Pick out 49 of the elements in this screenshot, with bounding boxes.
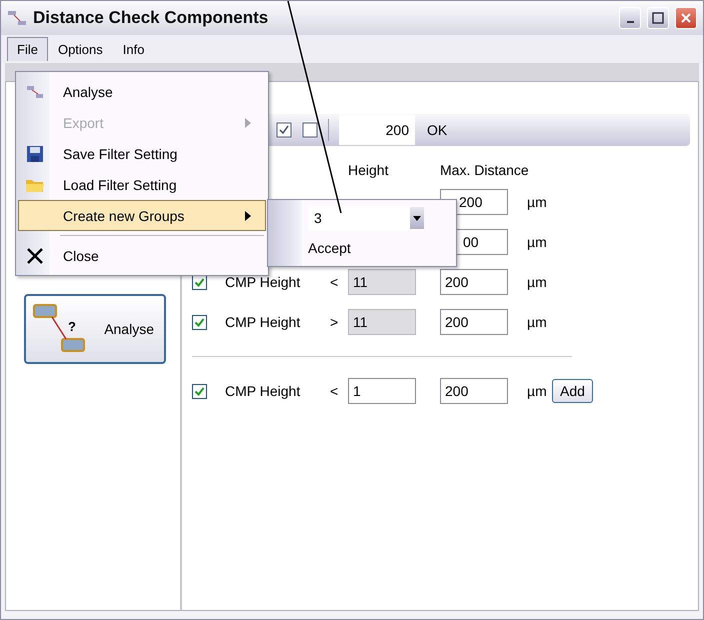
close-button[interactable] xyxy=(675,7,697,29)
checked-checkbox[interactable] xyxy=(192,384,207,398)
chips-icon xyxy=(26,84,44,100)
rule-label: CMP Height xyxy=(225,383,300,399)
menu-item[interactable]: Close xyxy=(18,240,266,271)
menu-item[interactable]: File xyxy=(7,37,48,61)
height-field[interactable]: 11 xyxy=(348,309,416,335)
checkbox-icon[interactable] xyxy=(302,122,318,138)
submenu-arrow-icon xyxy=(245,210,251,220)
distance-field[interactable]: 200 xyxy=(440,378,508,404)
checked-checkbox-icon[interactable] xyxy=(276,122,292,138)
distance-field[interactable]: 200 xyxy=(339,115,415,145)
close-icon xyxy=(680,12,692,24)
menu-item[interactable]: Create new Groups xyxy=(18,200,266,231)
menu-item[interactable]: Load Filter Setting xyxy=(18,169,266,200)
unit-label: µm xyxy=(527,383,547,399)
menu-item[interactable]: Options xyxy=(48,36,113,62)
height-field[interactable]: 11 xyxy=(348,269,416,295)
unit-label: µm xyxy=(527,234,547,250)
rule-label: CMP Height xyxy=(225,314,300,330)
operator-label: > xyxy=(330,314,338,330)
analyse-button[interactable]: ? Analyse xyxy=(24,294,166,364)
menu-item[interactable]: Save Filter Setting xyxy=(18,138,266,169)
height-field[interactable]: 1 xyxy=(348,378,416,404)
close-icon xyxy=(26,246,44,264)
column-header: Height xyxy=(348,161,390,180)
operator-label: < xyxy=(330,383,338,399)
menu-item[interactable]: Analyse xyxy=(18,76,266,107)
group-count-dropdown[interactable]: 3 xyxy=(308,206,424,230)
rule-label: CMP Height xyxy=(225,274,300,290)
question-mark: ? xyxy=(68,319,76,334)
chips-icon xyxy=(7,9,27,27)
unit-label: µm xyxy=(527,194,547,210)
add-button[interactable]: Add xyxy=(552,379,593,403)
menu-item[interactable]: Info xyxy=(112,36,154,62)
minimize-icon xyxy=(626,21,634,23)
minimize-button[interactable] xyxy=(619,7,641,29)
checked-checkbox[interactable] xyxy=(192,314,207,330)
maximize-button[interactable] xyxy=(647,7,669,29)
column-header: Max. Distance xyxy=(440,161,530,180)
unit-label: µm xyxy=(527,314,547,330)
distance-field[interactable]: 200 xyxy=(440,269,508,295)
window-title: Distance Check Components xyxy=(33,8,270,28)
distance-field[interactable]: 200 xyxy=(440,309,508,335)
ok-button[interactable]: OK xyxy=(425,120,450,140)
unit-label: µm xyxy=(527,274,547,290)
submenu-arrow-icon xyxy=(245,118,251,128)
operator-label: < xyxy=(330,274,338,290)
maximize-icon xyxy=(652,12,664,24)
